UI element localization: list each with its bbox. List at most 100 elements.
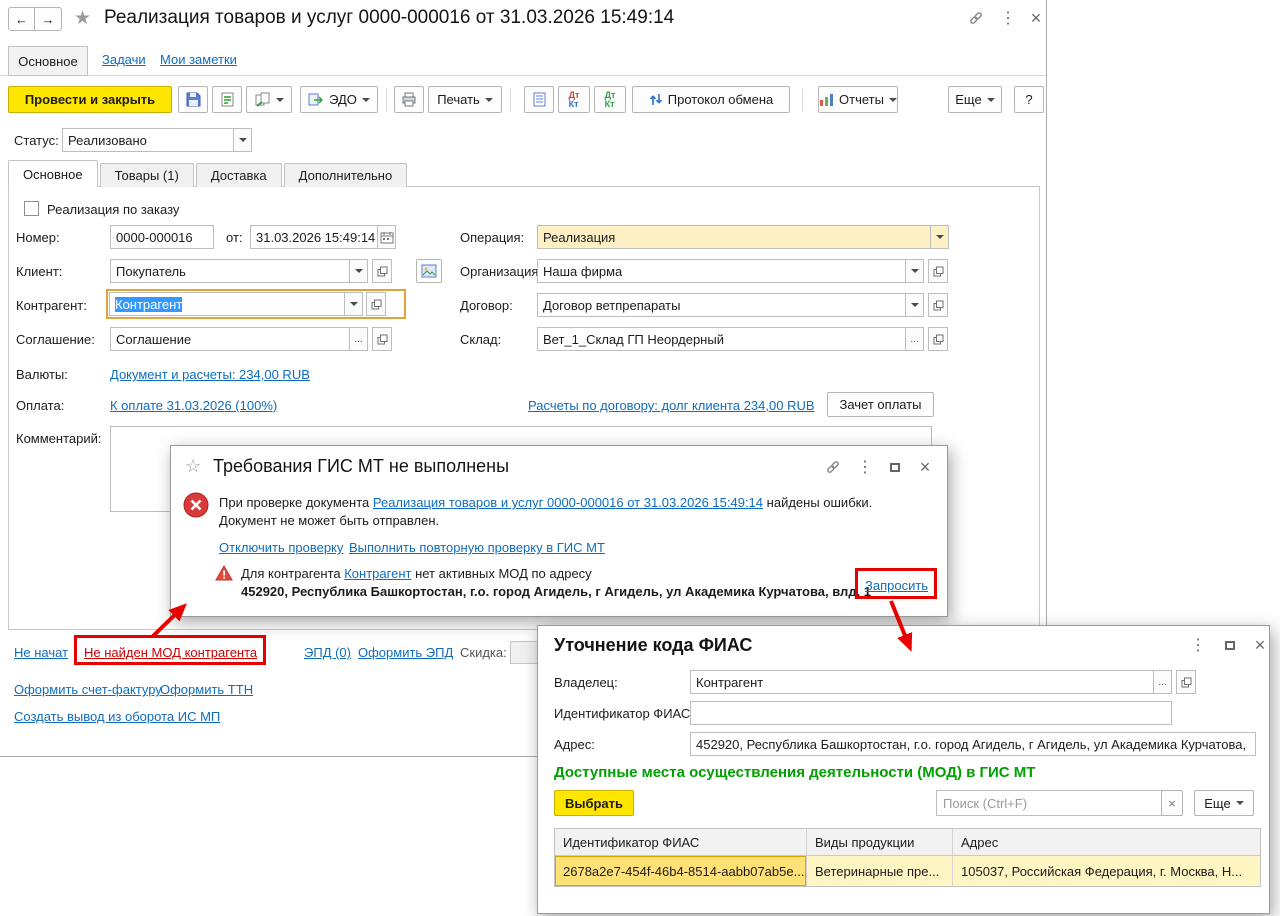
tab-main[interactable]: Основное (8, 160, 98, 187)
warehouse-ellipsis-button[interactable]: ... (905, 328, 923, 350)
cell-address[interactable]: 105037, Российская Федерация, г. Москва,… (953, 856, 1260, 886)
gis-close-icon[interactable]: × (913, 455, 937, 479)
warehouse-open-button[interactable] (928, 327, 948, 351)
calendar-icon[interactable] (377, 226, 395, 248)
search-field[interactable] (936, 790, 1162, 816)
counterparty-open-button[interactable] (366, 292, 386, 316)
forward-button[interactable]: → (35, 7, 62, 31)
fias-maximize-icon[interactable] (1218, 633, 1242, 657)
help-button[interactable]: ? (1014, 86, 1044, 113)
warehouse-field[interactable]: Вет_1_Склад ГП Неордерный ... (537, 327, 924, 351)
search-clear-button[interactable]: × (1161, 790, 1183, 816)
nav-tab-main[interactable]: Основное (8, 46, 88, 76)
cell-fias-id[interactable]: 2678a2e7-454f-46b4-8514-aabb07ab5e... (555, 856, 807, 886)
select-button[interactable]: Выбрать (554, 790, 634, 816)
more-button[interactable]: Еще (948, 86, 1002, 113)
gis-link-icon[interactable] (821, 455, 845, 479)
organization-field[interactable]: Наша фирма (537, 259, 924, 283)
contract-field[interactable]: Договор ветпрепараты (537, 293, 924, 317)
invoice-link[interactable]: Оформить счет-фактуру (14, 682, 162, 697)
owner-open-button[interactable] (1176, 670, 1196, 694)
fias-more-button[interactable]: Еще (1194, 790, 1254, 816)
post-button[interactable] (212, 86, 242, 113)
disable-check-link[interactable]: Отключить проверку (219, 540, 343, 555)
nav-tab-tasks[interactable]: Задачи (102, 52, 146, 67)
payment-settlements-link[interactable]: Расчеты по договору: долг клиента 234,00… (528, 398, 815, 413)
cell-product-types[interactable]: Ветеринарные пре... (807, 856, 953, 886)
tab-additional[interactable]: Дополнительно (283, 163, 408, 187)
window-kebab-icon[interactable]: ⋮ (996, 6, 1020, 30)
ttn-link[interactable]: Оформить ТТН (160, 682, 253, 697)
error-doc-link[interactable]: Реализация товаров и услуг 0000-000016 о… (373, 495, 763, 510)
status-dropdown-icon[interactable] (233, 129, 251, 151)
fias-id-field[interactable] (690, 701, 1172, 725)
not-started-link[interactable]: Не начат (14, 645, 68, 660)
save-button[interactable] (178, 86, 208, 113)
client-card-button[interactable] (416, 259, 442, 283)
operation-field[interactable]: Реализация (537, 225, 949, 249)
recheck-link[interactable]: Выполнить повторную проверку в ГИС МТ (349, 540, 605, 555)
dt-kt-button[interactable]: Дт Кт (594, 86, 626, 113)
mod-not-found-link[interactable]: Не найден МОД контрагента (84, 645, 257, 660)
number-field[interactable]: 0000-000016 (110, 225, 214, 249)
table-row[interactable]: 2678a2e7-454f-46b4-8514-aabb07ab5e... Ве… (555, 856, 1260, 886)
col-header-fias-id[interactable]: Идентификатор ФИАС (555, 829, 807, 855)
operation-dropdown-icon[interactable] (930, 226, 948, 248)
agreement-ellipsis-button[interactable]: ... (349, 328, 367, 350)
contract-dropdown-icon[interactable] (905, 294, 923, 316)
gis-maximize-icon[interactable] (883, 455, 907, 479)
contract-open-button[interactable] (928, 293, 948, 317)
owner-field[interactable]: Контрагент ... (690, 670, 1172, 694)
reports-button[interactable]: Отчеты (818, 86, 898, 113)
warning-counterparty-link[interactable]: Контрагент (344, 566, 411, 581)
by-order-checkbox[interactable] (24, 201, 39, 216)
dropdown-caret-icon (484, 97, 493, 102)
document-register-button[interactable] (524, 86, 554, 113)
favorites-star-icon[interactable]: ★ (74, 7, 91, 30)
dr-cr-button[interactable]: Дт Кт (558, 86, 590, 113)
owner-ellipsis-button[interactable]: ... (1153, 671, 1171, 693)
col-header-address[interactable]: Адрес (953, 829, 1260, 855)
fias-kebab-icon[interactable]: ⋮ (1186, 633, 1210, 657)
currencies-link[interactable]: Документ и расчеты: 234,00 RUB (110, 367, 310, 382)
fias-close-icon[interactable]: × (1248, 633, 1272, 657)
print-button[interactable] (394, 86, 424, 113)
tab-goods[interactable]: Товары (1) (99, 163, 194, 187)
dialog-star-icon[interactable]: ☆ (185, 456, 201, 477)
post-and-close-button[interactable]: Провести и закрыть (8, 86, 172, 113)
withdrawal-link[interactable]: Создать вывод из оборота ИС МП (14, 709, 220, 724)
payment-due-link[interactable]: К оплате 31.03.2026 (100%) (110, 398, 277, 413)
exchange-protocol-button[interactable]: Протокол обмена (632, 86, 790, 113)
gis-kebab-icon[interactable]: ⋮ (853, 455, 877, 479)
create-based-on-button[interactable] (246, 86, 292, 113)
client-open-button[interactable] (372, 259, 392, 283)
dropdown-caret-icon (986, 97, 995, 102)
payment-offset-button[interactable]: Зачет оплаты (827, 392, 934, 417)
organization-dropdown-icon[interactable] (905, 260, 923, 282)
client-dropdown-icon[interactable] (349, 260, 367, 282)
payment-label: Оплата: (16, 398, 65, 413)
request-link[interactable]: Запросить (865, 578, 928, 593)
status-label: Статус: (14, 133, 59, 148)
col-header-product-types[interactable]: Виды продукции (807, 829, 953, 855)
epd-link[interactable]: ЭПД (0) (304, 645, 351, 660)
status-select[interactable]: Реализовано (62, 128, 252, 152)
print-menu-button[interactable]: Печать (428, 86, 502, 113)
address-field[interactable]: 452920, Республика Башкортостан, г.о. го… (690, 732, 1256, 756)
window-close-icon[interactable]: × (1024, 6, 1048, 30)
open-icon (933, 334, 943, 344)
search-input[interactable] (937, 791, 1161, 815)
back-button[interactable]: ← (8, 7, 35, 31)
tab-delivery[interactable]: Доставка (195, 163, 282, 187)
get-link-icon[interactable] (964, 6, 988, 30)
client-field[interactable]: Покупатель (110, 259, 368, 283)
counterparty-field[interactable]: Контрагент (109, 292, 363, 316)
date-field[interactable]: 31.03.2026 15:49:14 (250, 225, 396, 249)
edo-button[interactable]: ЭДО (300, 86, 378, 113)
nav-tab-notes[interactable]: Мои заметки (160, 52, 237, 67)
agreement-open-button[interactable] (372, 327, 392, 351)
epd-create-link[interactable]: Оформить ЭПД (358, 645, 453, 660)
counterparty-dropdown-icon[interactable] (344, 293, 362, 315)
organization-open-button[interactable] (928, 259, 948, 283)
agreement-field[interactable]: Соглашение ... (110, 327, 368, 351)
